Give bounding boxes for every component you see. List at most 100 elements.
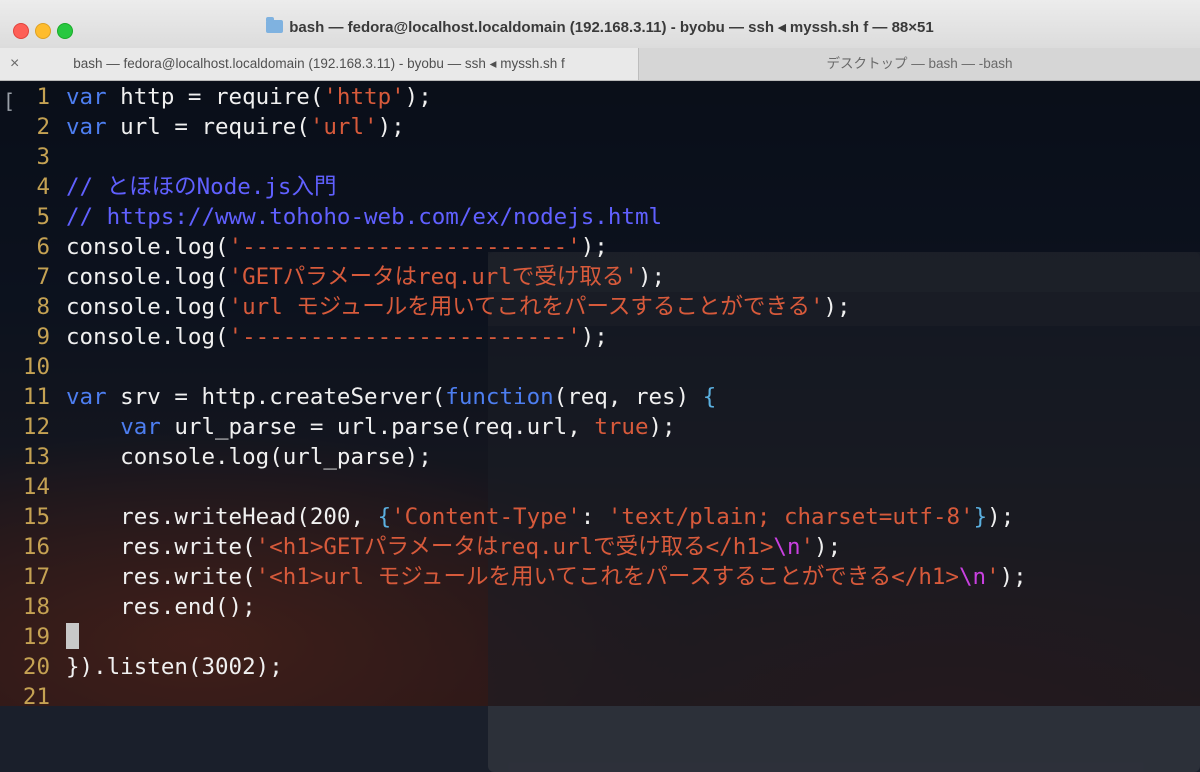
code-token: : [580,504,608,530]
line-number: 21 [22,684,50,706]
line-number: 2 [36,114,50,140]
line-number: 1 [36,84,50,110]
code-line: 3 [0,142,66,172]
line-number: 17 [22,564,50,590]
code-token: }).listen(3002); [66,654,283,680]
tab-label: デスクトップ — bash — -bash [826,56,1013,71]
code-token: res.end(); [66,594,256,620]
code-token: var [120,414,161,440]
code-line: 5 // https://www.tohoho-web.com/ex/nodejs… [0,202,662,232]
code-line: 8 console.log('url モジュールを用いてこれをパースすることができ… [0,292,851,322]
code-line: 6 console.log('------------------------')… [0,232,608,262]
code-token: url_parse = url.parse(req.url, [160,414,595,440]
terminal-content[interactable]: [ 1 var http = require('http'); 2 var url =… [0,81,1200,706]
line-number: 7 [36,264,50,290]
code-token: ); [404,84,432,110]
line-number: 5 [36,204,50,230]
text-cursor [66,623,79,649]
code-token: '------------------------' [228,324,581,350]
code-token: ); [823,294,851,320]
code-token: var [66,84,107,110]
code-token: 'Content-Type' [391,504,581,530]
code-line: 16 res.write('<h1>GETパラメータはreq.urlで受け取る<… [0,532,841,562]
code-token: res.write( [66,534,256,560]
code-token: ); [987,504,1015,530]
line-number: 9 [36,324,50,350]
code-token: ); [637,264,666,290]
line-number: 8 [36,294,50,320]
code-token: res.write( [66,564,256,590]
code-line: 4 // とほほのNode.js入門 [0,172,336,202]
code-token: 'http' [323,84,405,110]
code-line: 18 res.end(); [0,592,256,622]
code-token: 'url' [309,114,378,140]
code-token: // とほほのNode.js入門 [66,174,337,200]
tab-ssh-session[interactable]: × bash — fedora@localhost.localdomain (1… [0,48,639,80]
line-number: 19 [22,624,50,650]
code-token: ' [986,564,1000,590]
code-line: 20 }).listen(3002); [0,652,283,682]
code-token: console.log( [66,324,229,350]
code-token: ' [800,534,815,560]
code-line: 7 console.log('GETパラメータはreq.urlで受け取る'); [0,262,665,292]
code-token: ); [999,564,1027,590]
line-number: 6 [36,234,50,260]
code-line: 11 var srv = http.createServer(function(r… [0,382,716,412]
code-line: 17 res.write('<h1>url モジュールを用いてこれをパースするこ… [0,562,1027,592]
code-line: 10 [0,352,66,382]
line-number: 12 [22,414,50,440]
line-number: 15 [22,504,50,530]
code-token: var [66,114,107,140]
tab-close-icon[interactable]: × [10,48,19,80]
line-number: 4 [36,174,50,200]
code-line: 12 var url_parse = url.parse(req.url, tr… [0,412,676,442]
code-token: \n [773,534,801,560]
line-number: 11 [22,384,50,410]
code-token: { [702,384,717,410]
code-line: 9 console.log('------------------------')… [0,322,608,352]
line-number: 20 [22,654,50,680]
folder-icon [266,17,284,33]
code-token: 'url モジュールを用いてこれをパースすることができる' [228,294,824,320]
code-token: console.log( [66,264,229,290]
line-number: 14 [22,474,50,500]
code-token: // https://www.tohoho-web.com/ex/nodejs.… [66,204,663,230]
code-token: srv = http.createServer( [106,384,446,410]
code-token: console.log( [66,234,229,260]
code-line: 13 console.log(url_parse); [0,442,432,472]
tab-desktop-bash[interactable]: デスクトップ — bash — -bash [639,48,1200,80]
code-token: ); [377,114,405,140]
code-line: 2 var url = require('url'); [0,112,405,142]
line-number: 10 [22,354,50,380]
code-token: '<h1>url モジュールを用いてこれをパースすることができる</h1> [255,564,959,590]
code-token: 'text/plain; charset=utf-8' [607,504,974,530]
code-token: console.log( [66,294,229,320]
code-line: 14 [0,472,66,502]
code-token: \n [958,564,987,590]
code-token: res.writeHead(200, [66,504,378,530]
code-token: function [445,384,554,410]
code-token: 'GETパラメータはreq.urlで受け取る' [228,264,638,290]
code-token: ); [648,414,676,440]
code-token: var [66,384,107,410]
line-number: 13 [22,444,50,470]
code-token: { [377,504,392,530]
code-line: 19 [0,622,79,652]
code-line: 21 [0,682,66,706]
code-token: ); [814,534,842,560]
code-token: '<h1>GETパラメータはreq.urlで受け取る</h1> [255,534,774,560]
code-token: } [973,504,988,530]
code-token: ); [580,324,608,350]
window-titlebar[interactable]: bash — fedora@localhost.localdomain (192… [0,0,1200,49]
code-token: ); [580,234,608,260]
code-token: '------------------------' [228,234,581,260]
code-token: (req, res) [553,384,703,410]
code-token: url = require( [106,114,310,140]
code-token: http = require( [106,84,324,110]
code-token: console.log(url_parse); [66,444,432,470]
window-title: bash — fedora@localhost.localdomain (192… [289,19,934,36]
line-number: 18 [22,594,50,620]
code-line: 15 res.writeHead(200, {'Content-Type': '… [0,502,1014,532]
window-title-wrap: bash — fedora@localhost.localdomain (192… [0,17,1200,36]
